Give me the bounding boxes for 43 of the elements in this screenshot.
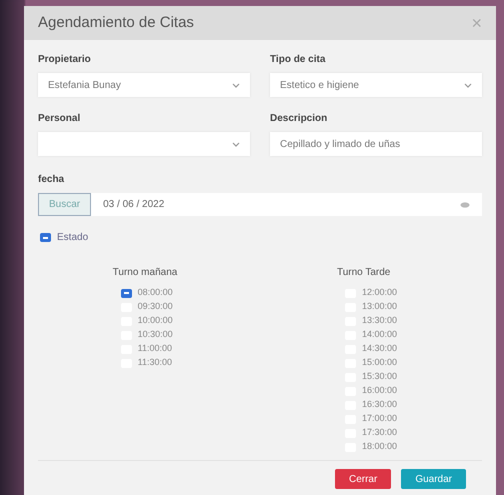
time-label: 09:30:00 [138,300,173,314]
checkbox[interactable] [40,233,51,242]
chevron-down-icon [232,142,240,146]
time-label: 17:30:00 [362,426,398,440]
time-label: 16:00:00 [362,384,398,398]
select-field[interactable] [38,132,250,156]
time-label: 16:30:00 [362,398,398,412]
field-label: Propietario [38,53,92,67]
field-label: fecha [38,173,66,187]
input-field[interactable]: Cepillado y limado de uñas [270,132,482,156]
select-field[interactable]: Estetico e higiene [270,73,482,97]
time-label: 13:00:00 [362,300,398,314]
checkbox[interactable] [120,288,132,298]
field-label: Tipo de cita [270,53,326,67]
time-label: 13:30:00 [362,314,398,328]
field-label: Personal [38,112,82,126]
time-label: 08:00:00 [138,286,173,300]
column-heading: Turno mañana [112,266,178,280]
close-button[interactable]: Cerrar [334,469,392,489]
time-label: 14:00:00 [362,328,398,342]
select-field[interactable]: Estefania Bunay [38,73,250,97]
time-label: 10:00:00 [138,314,173,328]
field-value: Estetico e higiene [280,78,359,92]
column-heading: Turno Tarde [336,266,392,280]
checkbox-label: Estado [57,231,88,245]
save-button[interactable]: Guardar [401,469,466,489]
time-label: 15:30:00 [362,370,398,384]
time-label: 15:00:00 [362,356,398,370]
field-value: Cepillado y limado de uñas [280,138,400,152]
chevron-down-icon [464,82,472,88]
time-label: 10:30:00 [138,328,173,342]
eye-icon [460,202,470,208]
field-value: Estefania Bunay [48,78,121,92]
time-label: 12:00:00 [362,286,398,300]
dialog-title: Agendamiento de Citas [38,12,194,33]
time-label: 17:00:00 [362,412,398,426]
time-label: 14:30:00 [362,342,398,356]
time-label: 18:00:00 [362,440,398,454]
field-label: Descripcion [270,112,328,126]
time-label: 11:30:00 [138,356,172,370]
chevron-down-icon [232,82,240,88]
time-label: 11:00:00 [138,342,172,356]
date-field[interactable]: 03 / 06 / 2022 [91,193,482,216]
